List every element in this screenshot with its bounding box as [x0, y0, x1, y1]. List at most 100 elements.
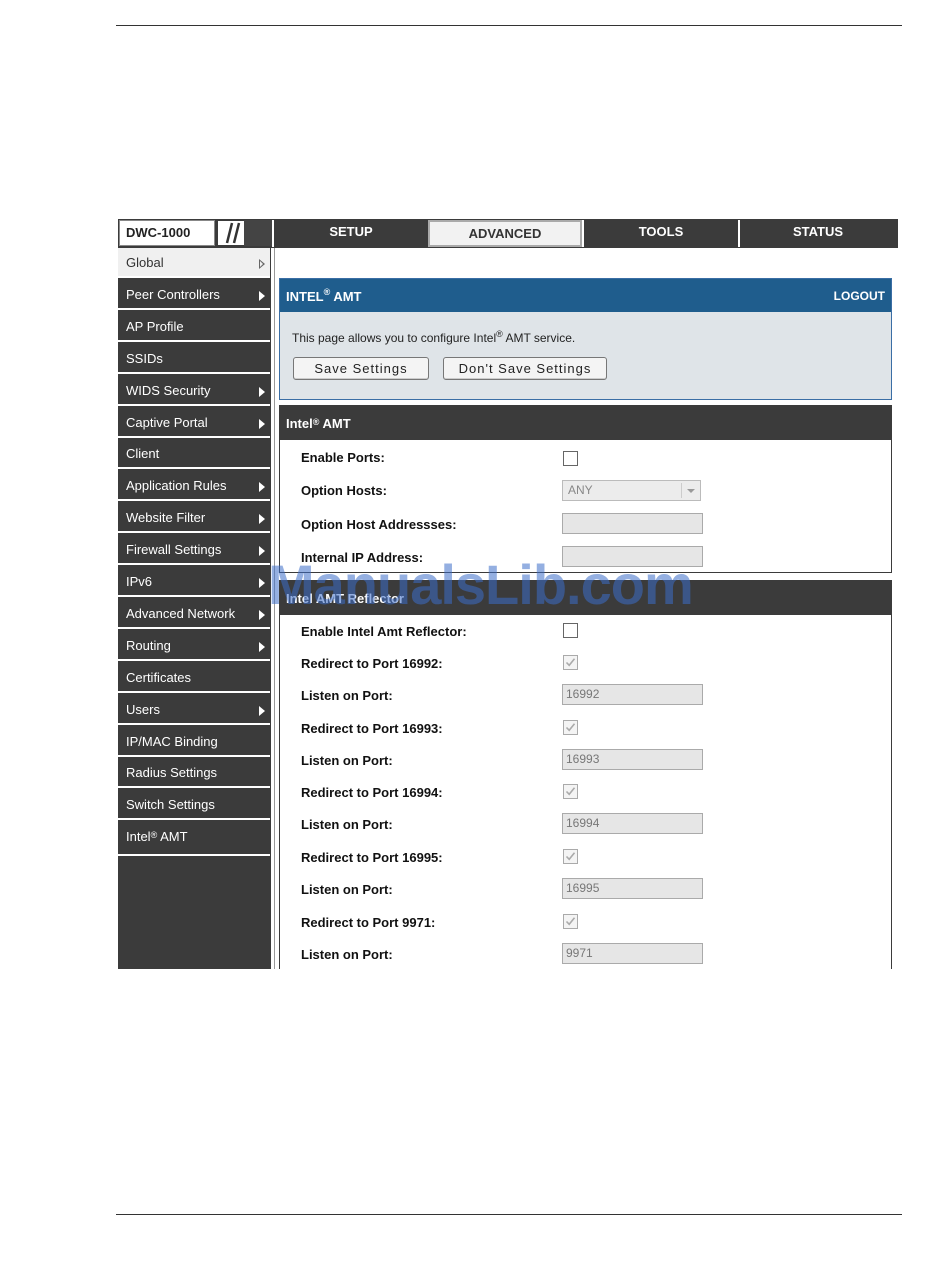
redirect-port-label: Redirect to Port 16992:	[301, 656, 443, 671]
sidebar-item-label: SSIDs	[126, 350, 163, 366]
redirect-port-checkbox[interactable]	[563, 913, 578, 929]
redirect-port-label: Redirect to Port 16995:	[301, 850, 443, 866]
sidebar-item-label: Application Rules	[126, 478, 227, 494]
sidebar-item[interactable]: Website Filter	[118, 503, 270, 534]
enable-reflector-checkbox[interactable]	[563, 623, 578, 638]
sidebar-item[interactable]: Peer Controllers	[118, 279, 270, 310]
page-bottom-rule	[116, 1214, 902, 1215]
sidebar-item-label: Global	[126, 255, 164, 270]
sidebar-item-label: Client	[126, 446, 160, 462]
sidebar-item[interactable]: SSIDs	[118, 343, 270, 374]
chevron-right-icon	[259, 259, 265, 269]
chevron-right-icon	[259, 482, 265, 493]
sidebar-item[interactable]: Application Rules	[118, 471, 270, 502]
listen-port-label: Listen on Port:	[301, 752, 393, 768]
listen-port-label: Listen on Port:	[301, 817, 393, 833]
page-title: INTEL® AMT	[286, 287, 362, 304]
redirect-port-label: Redirect to Port 16994:	[301, 785, 443, 801]
redirect-port-checkbox[interactable]	[563, 655, 578, 670]
save-settings-button[interactable]: Save Settings	[293, 357, 429, 380]
listen-port-input[interactable]: 16993	[562, 748, 703, 770]
listen-port-input[interactable]: 9971	[562, 942, 703, 964]
watermark: ManualsLib.com	[268, 553, 694, 616]
redirect-port-checkbox[interactable]	[563, 719, 578, 735]
intro-description: This page allows you to configure Intel®…	[292, 329, 576, 345]
sidebar-item[interactable]: Users	[118, 694, 270, 725]
sidebar-item[interactable]: WIDS Security	[118, 375, 270, 406]
chevron-right-icon	[259, 386, 265, 397]
chevron-right-icon	[259, 418, 265, 429]
sidebar-item-label: Certificates	[126, 669, 192, 685]
enable-reflector-label: Enable Intel Amt Reflector:	[301, 624, 467, 639]
sidebar-item[interactable]: AP Profile	[118, 311, 270, 342]
sidebar-item[interactable]: Captive Portal	[118, 407, 270, 438]
chevron-right-icon	[259, 705, 265, 716]
sidebar-item-label: Intel® AMT	[126, 829, 188, 845]
option-hosts-select[interactable]: ANY	[562, 480, 701, 501]
tab-advanced[interactable]: ADVANCED	[428, 220, 582, 247]
checkmark-icon	[565, 658, 576, 667]
sidebar-item[interactable]: IP/MAC Binding	[118, 726, 270, 757]
sidebar-item[interactable]: Firewall Settings	[118, 535, 270, 566]
sidebar-item-label: IPv6	[126, 574, 153, 589]
option-hosts-value: ANY	[568, 483, 593, 497]
sidebar-item-label: Peer Controllers	[126, 286, 220, 302]
checkmark-icon	[565, 722, 576, 732]
sidebar-item-label: Firewall Settings	[126, 542, 222, 558]
sidebar-item[interactable]: IPv6	[118, 567, 270, 597]
tab-tools[interactable]: TOOLS	[582, 220, 738, 247]
listen-port-label: Listen on Port:	[301, 882, 393, 898]
dont-save-settings-button[interactable]: Don't Save Settings	[443, 357, 607, 380]
sidebar-item-label: IP/MAC Binding	[126, 733, 218, 749]
listen-port-input[interactable]: 16995	[562, 878, 703, 900]
chevron-right-icon	[259, 290, 265, 301]
checkmark-icon	[565, 852, 576, 861]
enable-ports-label: Enable Ports:	[301, 450, 385, 465]
option-host-addresses-input[interactable]	[562, 513, 703, 534]
chevron-right-icon	[259, 641, 265, 652]
enable-ports-checkbox[interactable]	[563, 451, 578, 466]
sidebar-item[interactable]: Routing	[118, 630, 270, 661]
checkmark-icon	[565, 787, 576, 796]
redirect-port-label: Redirect to Port 16993:	[301, 720, 443, 736]
redirect-port-checkbox[interactable]	[563, 784, 578, 800]
sidebar-item[interactable]: Advanced Network	[118, 598, 270, 629]
chevron-right-icon	[259, 546, 265, 557]
sidebar-item[interactable]: Global	[118, 248, 270, 278]
intro-panel: INTEL® AMT LOGOUT This page allows you t…	[279, 278, 892, 400]
sidebar-item[interactable]: Switch Settings	[118, 790, 270, 821]
listen-port-label: Listen on Port:	[301, 688, 393, 703]
chevron-right-icon	[259, 609, 265, 620]
chevron-right-icon	[259, 578, 265, 588]
sidebar-item[interactable]: Client	[118, 439, 270, 470]
intel-amt-section-title: Intel® AMT	[280, 406, 891, 440]
redirect-port-checkbox[interactable]	[563, 849, 578, 865]
top-navigation-bar: DWC-1000 SETUP ADVANCED TOOLS STATUS	[118, 219, 898, 248]
brand-model: DWC-1000	[126, 225, 191, 240]
option-hosts-label: Option Hosts:	[301, 483, 387, 498]
listen-port-input[interactable]: 16992	[562, 684, 703, 705]
listen-port-input[interactable]: 16994	[562, 813, 703, 835]
sidebar-item-label: Advanced Network	[126, 605, 236, 621]
chevron-down-icon	[681, 483, 698, 498]
listen-port-label: Listen on Port:	[301, 946, 393, 962]
sidebar-item[interactable]: Certificates	[118, 662, 270, 693]
logout-link[interactable]: LOGOUT	[834, 289, 885, 303]
sidebar-item-label: Switch Settings	[126, 797, 215, 813]
sidebar-item-label: WIDS Security	[126, 382, 211, 398]
sidebar-item[interactable]: Radius Settings	[118, 758, 270, 789]
tab-setup[interactable]: SETUP	[272, 220, 428, 247]
sidebar-item-label: Website Filter	[126, 510, 206, 526]
option-host-addresses-label: Option Host Addressses:	[301, 517, 457, 532]
brand-slashes-icon	[218, 221, 244, 245]
sidebar-item-label: Radius Settings	[126, 765, 218, 781]
sidebar-item-label: AP Profile	[126, 318, 184, 334]
tab-status[interactable]: STATUS	[738, 220, 896, 247]
sidebar-item-label: Captive Portal	[126, 414, 208, 430]
brand-spacer	[244, 220, 272, 246]
chevron-right-icon	[259, 514, 265, 525]
sidebar-item-label: Users	[126, 701, 160, 717]
sidebar-item-label: Routing	[126, 637, 171, 653]
sidebar-item[interactable]: Intel® AMT	[118, 822, 270, 857]
intel-amt-section: Intel® AMT Enable Ports: Option Hosts: A…	[279, 405, 892, 573]
